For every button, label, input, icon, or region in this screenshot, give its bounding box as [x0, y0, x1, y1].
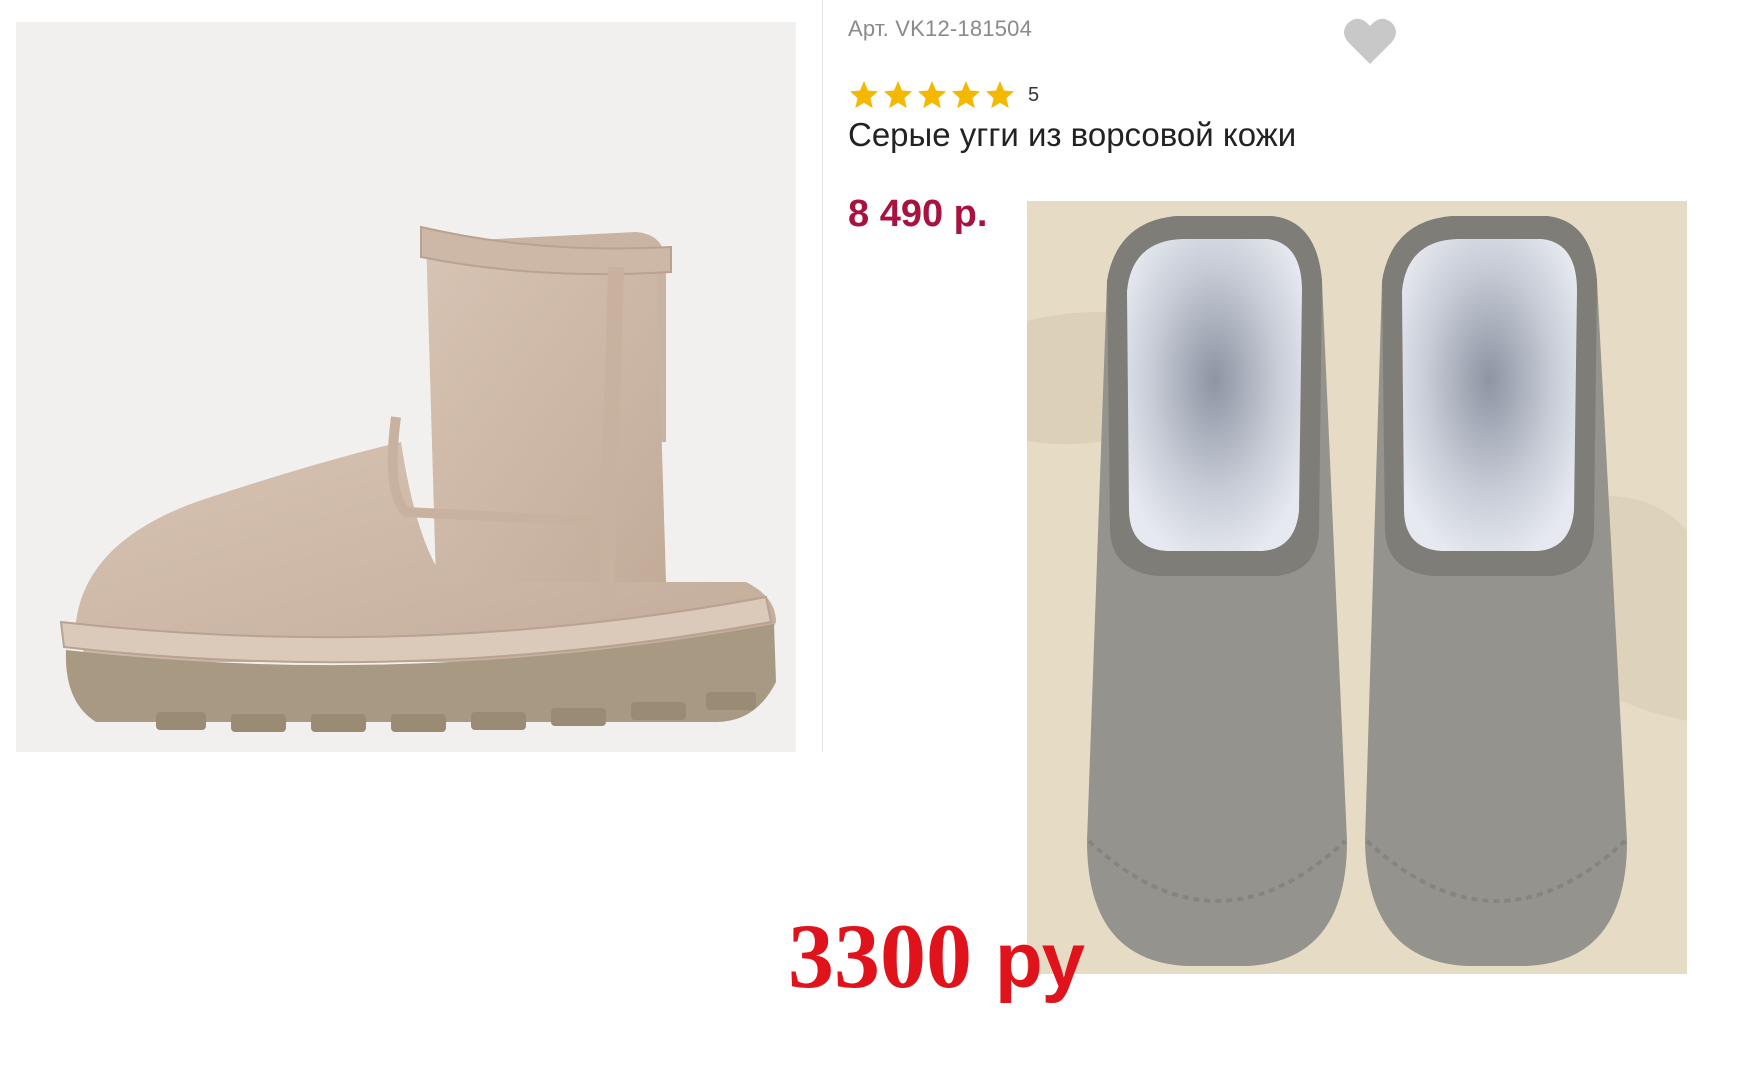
star-icon	[849, 81, 879, 109]
column-divider	[822, 0, 823, 752]
product-photo-main[interactable]	[16, 22, 796, 752]
star-icon	[985, 81, 1015, 109]
grey-boots-image	[1027, 201, 1687, 974]
product-rating: 5	[848, 78, 1039, 112]
product-photo-second[interactable]	[1027, 201, 1687, 974]
star-icon	[883, 81, 913, 109]
product-price: 8 490 р.	[848, 193, 988, 235]
beige-boot-image	[59, 225, 777, 732]
favorite-button[interactable]	[1342, 16, 1398, 66]
star-icon	[917, 81, 947, 109]
product-sku: Арт. VK12-181504	[848, 16, 1033, 41]
promo-price-unit: ру	[995, 916, 1085, 1004]
rating-count[interactable]: 5	[1028, 84, 1039, 107]
heart-icon	[1344, 18, 1396, 64]
promo-price-value: 3300	[788, 905, 972, 1007]
promo-price: 3300 ру	[788, 910, 1085, 1002]
product-title: Серые угги из ворсовой кожи	[848, 116, 1297, 153]
star-icon	[951, 81, 981, 109]
